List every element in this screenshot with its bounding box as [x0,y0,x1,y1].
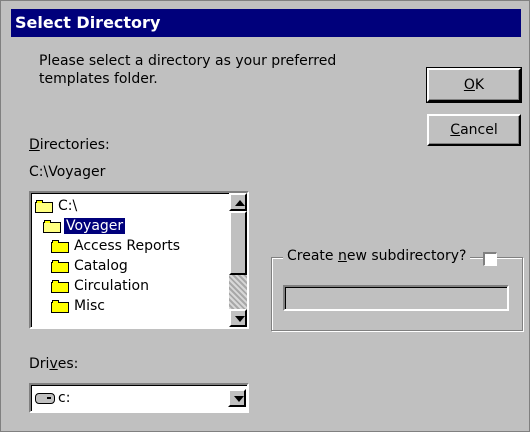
directory-item[interactable]: Access Reports [51,236,182,256]
cancel-button[interactable]: Cancel [427,114,521,146]
directory-item-label: Access Reports [74,238,181,254]
directory-item-label: C:\ [58,198,78,214]
folder-open-icon [35,199,53,213]
create-subdirectory-label: Create new subdirectory? [283,248,471,264]
folder-icon [51,279,69,293]
title-bar[interactable]: Select Directory [11,9,521,37]
ok-button-label: OK [463,77,485,93]
prompt-line-2: templates folder. [39,71,158,87]
scroll-track[interactable] [229,275,247,309]
drives-select[interactable]: c: [29,383,249,413]
subdirectory-name-field[interactable] [283,285,509,311]
chevron-down-icon [234,396,244,402]
drives-dropdown-button[interactable] [228,389,246,407]
hard-drive-icon [35,392,55,404]
scroll-thumb[interactable] [229,211,247,275]
directory-item-label: Misc [74,298,105,314]
folder-icon [51,299,69,313]
directory-item[interactable]: Voyager [43,216,126,236]
directories-label: Directories: [29,137,110,153]
window-title: Select Directory [15,13,161,32]
directory-item-label: Circulation [74,278,149,294]
prompt-line-1: Please select a directory as your prefer… [39,53,337,69]
ok-button[interactable]: OK [426,67,522,103]
directory-item[interactable]: Catalog [51,256,130,276]
cancel-button-label: Cancel [450,122,498,138]
directory-scrollbar[interactable] [229,193,247,327]
directory-item-label: Catalog [74,258,128,274]
folder-icon [51,239,69,253]
directory-item[interactable]: Circulation [51,276,151,296]
current-path: C:\Voyager [29,164,106,180]
scroll-up-button[interactable] [229,193,247,211]
folder-open-icon [43,219,61,233]
select-directory-dialog: Select Directory Please select a directo… [0,0,530,432]
directory-item[interactable]: C:\ [35,196,79,216]
directory-item-label: Voyager [64,218,126,234]
directory-list[interactable]: C:\ Voyager Access Reports Catalog Circulati… [29,191,249,329]
create-subdirectory-checkbox[interactable] [483,252,497,266]
directory-item[interactable]: Misc [51,296,107,316]
folder-icon [51,259,69,273]
drives-selected-value: c: [35,390,70,406]
scroll-down-button[interactable] [229,309,247,327]
arrow-down-icon [235,316,245,322]
drives-label: Drives: [29,356,79,372]
arrow-up-icon [235,200,245,206]
